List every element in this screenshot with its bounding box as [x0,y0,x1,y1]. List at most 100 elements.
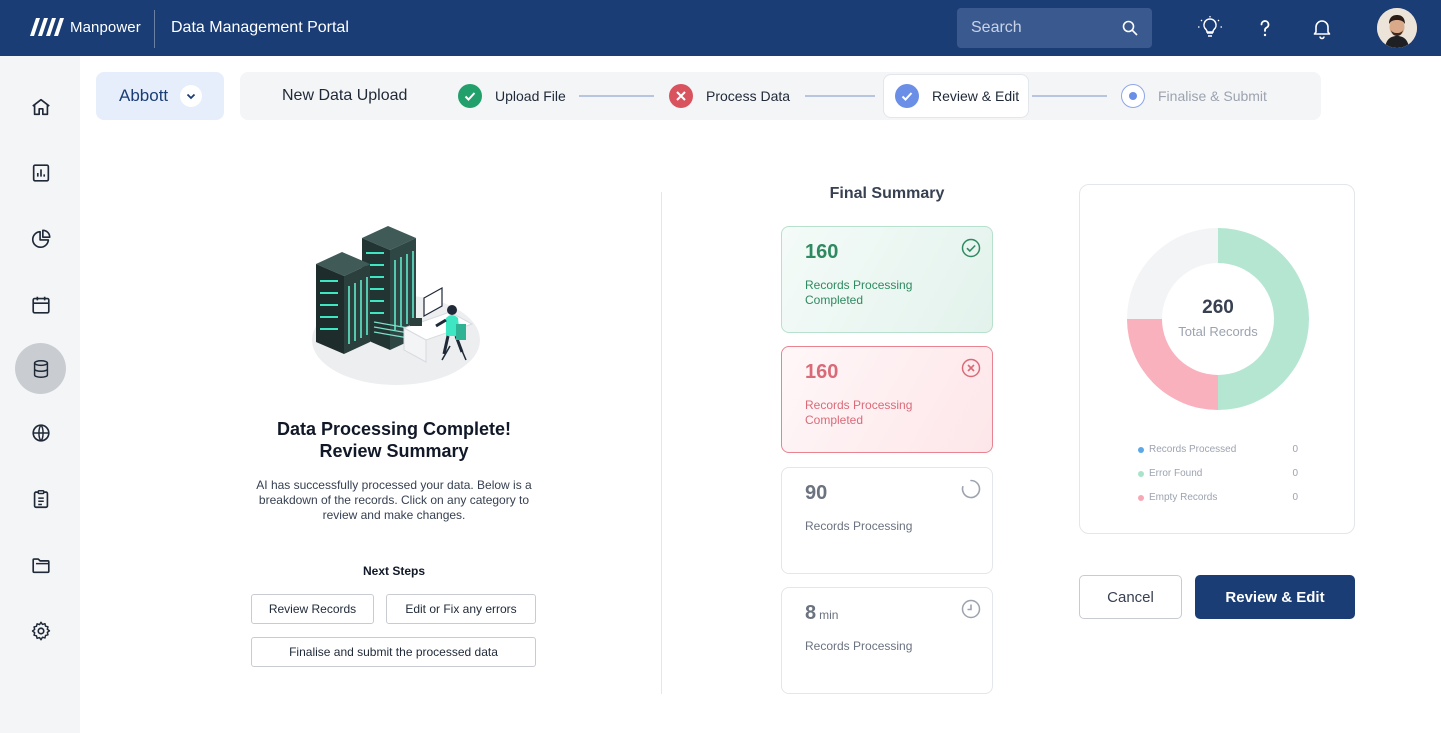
sidebar-item-files[interactable] [15,539,66,590]
legend-label: Records Processed [1149,444,1237,455]
header-divider [154,10,155,48]
legend-value: 0 [1292,468,1298,479]
title-line-2: Review Summary [319,441,469,461]
legend-swatch [1138,495,1144,501]
legend-label: Empty Records [1149,492,1218,503]
summary-card-errors[interactable]: 160 Records Processing Completed [781,346,993,453]
card-value: 160 [805,241,839,263]
sidebar [0,56,80,733]
donut-center-value: 260 [1202,297,1234,318]
card-value: 90 [805,482,828,504]
legend-records-processed: Records Processed 0 [1138,443,1298,457]
summary-card-processing[interactable]: 90 Records Processing [781,467,993,574]
clipboard-icon [33,489,48,508]
pending-step-icon [1121,84,1145,108]
bell-icon[interactable] [1310,16,1334,40]
sidebar-item-calendar[interactable] [15,279,66,330]
calendar-icon [31,296,50,314]
settings-icon [31,621,50,640]
search-box[interactable] [957,8,1152,48]
sidebar-item-data[interactable] [15,343,66,394]
step-label: Process Data [706,88,791,104]
legend-value: 0 [1292,444,1298,455]
chevron-down-icon [187,93,196,100]
step-label: Review & Edit [932,88,1020,104]
report-icon [32,163,49,182]
avatar-image-icon [1377,8,1417,48]
step-connector [1032,95,1107,97]
check-circle-icon [961,238,981,258]
processing-description: AI has successfully processed your data.… [256,478,532,522]
sidebar-item-tasks[interactable] [15,473,66,524]
sidebar-item-global[interactable] [15,407,66,458]
data-center-illustration [312,226,480,385]
pie-chart-icon [31,228,51,248]
brand-name: Manpower [70,18,141,36]
summary-card-completed[interactable]: 160 Records Processing Completed [781,226,993,333]
card-unit: min [819,608,839,622]
step-connector [805,95,875,97]
user-avatar[interactable] [1377,8,1417,48]
review-edit-button[interactable]: Review & Edit [1195,575,1355,619]
stepper-title: New Data Upload [282,87,408,104]
sidebar-item-home[interactable] [15,81,66,132]
step-finalise-submit[interactable]: Finalise & Submit [1121,84,1267,108]
client-name: Abbott [119,86,169,105]
fix-errors-button[interactable]: Edit or Fix any errors [386,594,536,624]
records-donut-panel: 260 Total Records Records Processed 0 Er… [1079,184,1355,534]
upload-stepper: New Data Upload Upload File Process Data… [240,72,1321,120]
x-circle-icon [961,358,981,378]
search-input[interactable] [971,19,1121,37]
card-label: Records Processing Completed [805,398,913,427]
manpower-logo-mark-icon [30,18,64,36]
card-value: 160 [805,361,839,383]
records-donut-chart [1127,228,1309,410]
legend-label: Error Found [1149,468,1203,479]
lightbulb-icon[interactable] [1198,16,1222,40]
legend-empty-records: Empty Records 0 [1138,491,1298,505]
client-dropdown-toggle[interactable] [180,85,203,107]
client-selector[interactable]: Abbott [96,72,224,120]
card-label: Records Processing [805,519,913,533]
donut-arc-error-found[interactable] [1218,228,1309,410]
sidebar-item-reports[interactable] [15,147,66,198]
title-line-1: Data Processing Complete! [276,419,512,439]
panel-divider [661,192,662,694]
spinner-icon [961,479,981,499]
legend-swatch [1138,471,1144,477]
database-icon [33,359,48,378]
donut-center-label: Total Records [1178,324,1258,339]
legend-swatch [1138,447,1144,453]
card-value: 8 min [805,602,839,624]
legend-value: 0 [1292,492,1298,503]
step-upload-file[interactable]: Upload File [458,84,566,108]
search-icon[interactable] [1122,20,1138,36]
sidebar-item-settings[interactable] [15,605,66,656]
help-icon[interactable] [1253,16,1277,40]
review-records-button[interactable]: Review Records [251,594,374,624]
folder-icon [31,557,50,573]
globe-icon [31,423,50,442]
home-icon [31,98,50,115]
card-label: Records Processing Completed [805,278,913,307]
cancel-button[interactable]: Cancel [1079,575,1182,619]
manpower-logo[interactable]: Manpower [28,16,141,38]
processing-complete-title: Data Processing Complete! Review Summary [244,418,544,462]
check-icon [895,84,919,108]
final-summary-title: Final Summary [829,185,945,202]
step-review-edit[interactable]: Review & Edit [895,84,1019,108]
clock-icon [961,599,981,619]
card-label: Records Processing [805,639,913,653]
sidebar-item-analytics[interactable] [15,213,66,264]
summary-card-time[interactable]: 8 min Records Processing [781,587,993,694]
step-connector [579,95,654,97]
legend-error-found: Error Found 0 [1138,467,1298,481]
step-process-data[interactable]: Process Data [669,84,790,108]
check-icon [458,84,482,108]
step-label: Upload File [495,88,566,104]
x-icon [669,84,693,108]
step-label: Finalise & Submit [1158,88,1267,104]
portal-title: Data Management Portal [171,19,349,36]
top-bar: Manpower Data Management Portal [0,0,1441,56]
finalise-submit-button[interactable]: Finalise and submit the processed data [251,637,536,667]
